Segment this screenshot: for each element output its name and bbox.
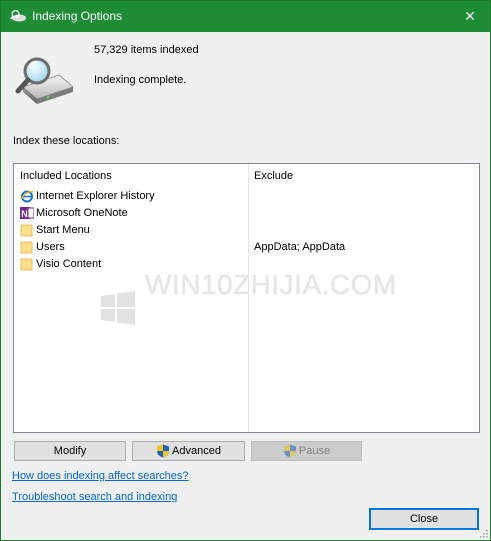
included-locations-column-header[interactable]: Included Locations	[20, 170, 112, 182]
folder-icon	[20, 241, 33, 254]
resize-grip-icon[interactable]	[478, 528, 488, 538]
location-name: Microsoft OneNote	[36, 207, 128, 219]
pause-button-label: Pause	[298, 445, 331, 457]
indexing-app-icon	[10, 9, 26, 22]
title-bar[interactable]: Indexing Options ✕	[1, 1, 490, 32]
uac-shield-icon	[157, 444, 170, 458]
pause-button[interactable]: Pause	[251, 441, 362, 461]
indexing-options-window: Indexing Options ✕ 57,329 items indexed …	[0, 0, 491, 541]
list-item[interactable]: Visio Content	[18, 257, 473, 274]
window-close-button[interactable]: ✕	[450, 1, 490, 32]
index-locations-label: Index these locations:	[13, 135, 120, 147]
close-button-label: Close	[409, 513, 439, 525]
window-title: Indexing Options	[32, 9, 123, 23]
list-item[interactable]: Internet Explorer History	[18, 189, 473, 206]
indexed-locations-list[interactable]: Included Locations Exclude Internet Expl…	[13, 163, 480, 433]
how-indexing-affects-searches-link[interactable]: How does indexing affect searches?	[12, 470, 189, 482]
folder-icon	[20, 258, 33, 271]
location-name: Start Menu	[36, 224, 90, 236]
items-indexed-count: 57,329 items indexed	[94, 44, 199, 56]
location-name: Users	[36, 241, 65, 253]
location-name: Internet Explorer History	[36, 190, 155, 202]
uac-shield-icon	[283, 444, 296, 458]
onenote-icon: N	[20, 207, 34, 219]
exclude-column-header[interactable]: Exclude	[254, 170, 293, 182]
list-item[interactable]: N Microsoft OneNote	[18, 206, 473, 223]
indexing-drive-magnifier-icon	[15, 57, 74, 104]
modify-button-label: Modify	[53, 445, 87, 457]
internet-explorer-icon	[20, 190, 34, 203]
troubleshoot-indexing-link[interactable]: Troubleshoot search and indexing	[12, 491, 177, 503]
close-button[interactable]: Close	[369, 508, 479, 530]
indexing-status: Indexing complete.	[94, 74, 187, 86]
modify-button[interactable]: Modify	[14, 441, 126, 461]
list-item[interactable]: Users AppData; AppData	[18, 240, 473, 257]
location-name: Visio Content	[36, 258, 102, 270]
close-icon: ✕	[464, 8, 476, 24]
location-exclude: AppData; AppData	[254, 241, 346, 253]
advanced-button-label: Advanced	[172, 445, 221, 457]
svg-text:N: N	[21, 209, 28, 219]
list-item[interactable]: Start Menu	[18, 223, 473, 240]
folder-icon	[20, 224, 33, 237]
advanced-button[interactable]: Advanced	[132, 441, 245, 461]
